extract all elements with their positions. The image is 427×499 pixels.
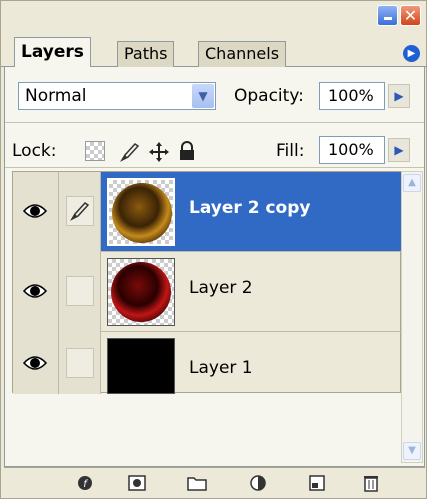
layer-thumbnail bbox=[107, 178, 175, 246]
layer-mask-icon[interactable] bbox=[127, 474, 147, 492]
minimize-button[interactable] bbox=[377, 5, 398, 26]
layer-name: Layer 2 copy bbox=[189, 198, 311, 218]
eye-icon bbox=[23, 284, 47, 298]
layer-name: Layer 1 bbox=[189, 358, 253, 378]
lock-position-move-icon[interactable] bbox=[148, 141, 169, 162]
scroll-up-icon[interactable]: ▲ bbox=[403, 174, 421, 192]
trash-icon[interactable] bbox=[361, 474, 381, 492]
visibility-toggle[interactable] bbox=[13, 172, 59, 252]
opacity-field[interactable]: 100% bbox=[319, 82, 385, 110]
eye-icon bbox=[23, 204, 47, 218]
lock-transparency-icon[interactable] bbox=[85, 141, 105, 161]
tab-paths[interactable]: Paths bbox=[117, 41, 175, 67]
fill-label: Fill: bbox=[276, 141, 305, 161]
link-toggle[interactable] bbox=[59, 332, 101, 394]
brush-icon bbox=[70, 202, 90, 221]
layers-list: Layer 2 copy Layer 2 Layer 1 bbox=[12, 171, 402, 394]
layer-row[interactable]: Layer 2 copy bbox=[13, 172, 402, 252]
visibility-toggle[interactable] bbox=[13, 252, 59, 332]
blend-mode-select[interactable]: Normal ▼ bbox=[18, 82, 216, 110]
close-button[interactable]: ✕ bbox=[400, 5, 421, 26]
layer-thumbnail bbox=[107, 338, 175, 394]
eye-icon bbox=[23, 356, 47, 370]
layers-palette: ✕ Layers Paths Channels ▶ Normal ▼ Opaci… bbox=[0, 0, 427, 499]
flyout-arrow-icon[interactable]: ▶ bbox=[403, 45, 420, 62]
lock-image-brush-icon[interactable] bbox=[119, 141, 140, 162]
layer-thumbnail bbox=[107, 258, 175, 326]
layer-row[interactable]: Layer 1 bbox=[13, 332, 402, 394]
layers-scrollbar[interactable]: ▲ ▼ bbox=[401, 171, 423, 463]
tab-channels[interactable]: Channels bbox=[198, 41, 287, 67]
adjustment-layer-icon[interactable] bbox=[249, 474, 269, 492]
visibility-toggle[interactable] bbox=[13, 332, 59, 394]
opacity-slider-arrow-icon[interactable]: ▶ bbox=[388, 84, 410, 108]
lock-all-icon[interactable] bbox=[177, 141, 197, 161]
tab-layers[interactable]: Layers bbox=[14, 37, 91, 67]
folder-icon[interactable] bbox=[187, 474, 207, 492]
layer-row[interactable]: Layer 2 bbox=[13, 252, 402, 332]
fill-field[interactable]: 100% bbox=[319, 136, 385, 164]
lock-label: Lock: bbox=[12, 141, 57, 161]
layers-toolbar: f bbox=[4, 467, 425, 497]
new-layer-icon[interactable] bbox=[307, 474, 327, 492]
link-toggle[interactable] bbox=[59, 252, 101, 332]
layer-name: Layer 2 bbox=[189, 278, 253, 298]
layer-style-icon[interactable]: f bbox=[76, 474, 96, 492]
scroll-down-icon[interactable]: ▼ bbox=[403, 442, 421, 460]
fill-slider-arrow-icon[interactable]: ▶ bbox=[388, 138, 410, 162]
chevron-down-icon[interactable]: ▼ bbox=[192, 84, 214, 108]
link-toggle[interactable] bbox=[59, 172, 101, 252]
tab-strip: Layers Paths Channels ▶ bbox=[1, 35, 427, 67]
close-icon: ✕ bbox=[403, 5, 418, 25]
opacity-label: Opacity: bbox=[234, 86, 304, 106]
